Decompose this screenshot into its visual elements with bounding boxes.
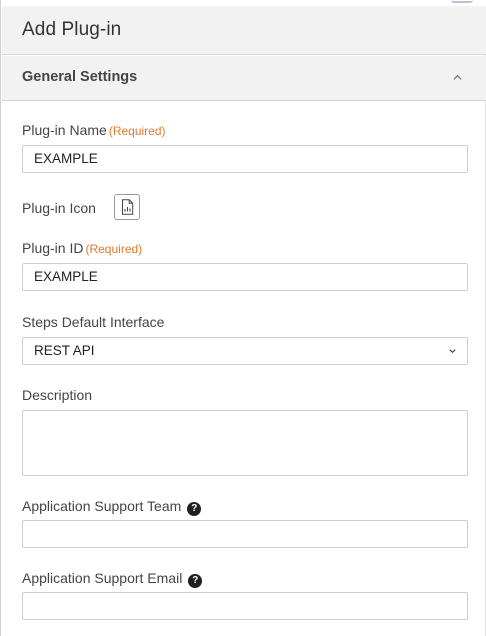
support-team-label: Application Support Team? xyxy=(22,498,202,516)
plugin-name-value: EXAMPLE xyxy=(34,151,98,166)
plugin-name-label-text: Plug-in Name xyxy=(22,122,107,138)
support-team-label-text: Application Support Team xyxy=(22,498,182,514)
plugin-id-input[interactable]: EXAMPLE xyxy=(22,263,468,291)
support-email-label-text: Application Support Email xyxy=(22,570,183,586)
plugin-id-label-text: Plug-in ID xyxy=(22,240,84,256)
support-team-input[interactable] xyxy=(22,520,468,548)
general-settings-toggle[interactable]: General Settings xyxy=(2,56,486,101)
required-indicator: (Required) xyxy=(85,242,143,256)
chevron-up-icon xyxy=(453,74,462,80)
question-circle-icon[interactable]: ? xyxy=(187,502,202,516)
panel-header: Add Plug-in xyxy=(2,6,486,55)
page-title: Add Plug-in xyxy=(22,19,122,40)
chevron-down-icon xyxy=(449,349,456,354)
document-chart-icon xyxy=(122,199,134,215)
steps-interface-select[interactable]: REST API xyxy=(22,337,468,365)
steps-interface-value: REST API xyxy=(34,343,95,358)
plugin-name-input[interactable]: EXAMPLE xyxy=(22,145,468,173)
support-email-input[interactable] xyxy=(22,592,468,620)
required-indicator: (Required) xyxy=(108,124,166,138)
plugin-icon-picker-button[interactable] xyxy=(114,194,140,220)
description-textarea[interactable] xyxy=(22,410,468,476)
add-plugin-panel: Add Plug-in General Settings Plug-in Nam… xyxy=(0,0,486,636)
plugin-name-label: Plug-in Name (Required) xyxy=(22,122,166,138)
description-label: Description xyxy=(22,387,93,403)
question-circle-icon[interactable]: ? xyxy=(188,574,203,588)
plugin-icon-label: Plug-in Icon xyxy=(22,200,96,216)
support-email-label: Application Support Email? xyxy=(22,570,203,588)
plugin-id-label: Plug-in ID (Required) xyxy=(22,240,142,256)
section-title: General Settings xyxy=(22,69,138,85)
plugin-id-value: EXAMPLE xyxy=(34,269,98,284)
corner-decoration xyxy=(451,0,473,3)
steps-interface-label: Steps Default Interface xyxy=(22,314,165,330)
